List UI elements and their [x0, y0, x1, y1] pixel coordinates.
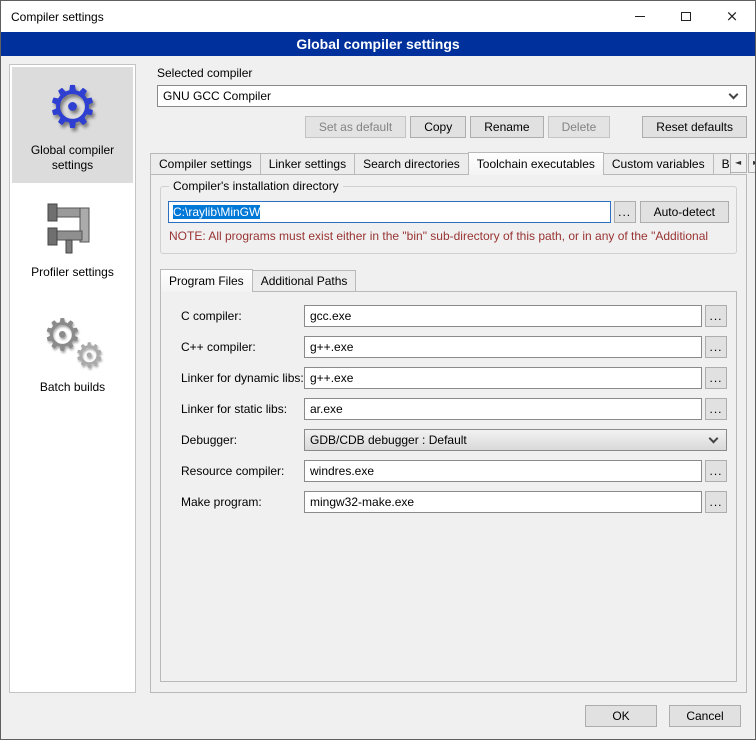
cancel-button[interactable]: Cancel — [669, 705, 741, 727]
c-compiler-label: C compiler: — [181, 309, 304, 323]
settings-sidebar: ⚙ Global compiler settings Profiler sett… — [9, 64, 136, 693]
tab-toolchain-executables[interactable]: Toolchain executables — [468, 152, 604, 175]
tab-scroll-right-button[interactable]: ► — [748, 153, 756, 173]
chevron-down-icon — [729, 90, 739, 100]
debugger-select-value: GDB/CDB debugger : Default — [310, 433, 704, 447]
dynamic-linker-row: Linker for dynamic libs: ... — [181, 367, 727, 389]
installation-directory-row: C:\raylib\MinGW ... Auto-detect — [168, 201, 729, 223]
sidebar-item-profiler-settings[interactable]: Profiler settings — [12, 189, 133, 290]
close-button[interactable]: × — [709, 1, 755, 32]
auto-detect-button[interactable]: Auto-detect — [640, 201, 729, 223]
tab-custom-variables[interactable]: Custom variables — [603, 153, 714, 174]
cpp-compiler-input[interactable] — [304, 336, 702, 358]
make-program-label: Make program: — [181, 495, 304, 509]
gears-gray-icon: ⚙ ⚙ — [41, 314, 105, 374]
installation-directory-group-title: Compiler's installation directory — [169, 179, 343, 193]
sidebar-item-batch-builds[interactable]: ⚙ ⚙ Batch builds — [12, 304, 133, 405]
reset-defaults-button[interactable]: Reset defaults — [642, 116, 747, 138]
gears-gray-icon-wrap: ⚙ ⚙ — [16, 312, 129, 376]
debugger-row: Debugger: GDB/CDB debugger : Default — [181, 429, 727, 451]
compiler-actions: Set as default Copy Rename Delete Reset … — [150, 116, 747, 138]
resource-compiler-input[interactable] — [304, 460, 702, 482]
tab-program-files[interactable]: Program Files — [160, 269, 253, 292]
chevron-down-icon — [709, 434, 719, 444]
tab-strip: Compiler settings Linker settings Search… — [150, 151, 747, 174]
c-compiler-browse-button[interactable]: ... — [705, 305, 727, 327]
compiler-select[interactable]: GNU GCC Compiler — [157, 85, 747, 107]
window-title: Compiler settings — [1, 10, 104, 24]
installation-directory-input[interactable]: C:\raylib\MinGW — [168, 201, 611, 223]
copy-button[interactable]: Copy — [410, 116, 466, 138]
toolchain-executables-panel: Compiler's installation directory C:\ray… — [150, 174, 747, 693]
sidebar-item-label: Global compiler settings — [16, 143, 129, 173]
compiler-select-value: GNU GCC Compiler — [163, 89, 724, 103]
installation-directory-group: Compiler's installation directory C:\ray… — [160, 186, 737, 254]
sidebar-item-label: Profiler settings — [16, 265, 129, 280]
c-compiler-input[interactable] — [304, 305, 702, 327]
minimize-icon — [635, 16, 645, 17]
set-as-default-button: Set as default — [305, 116, 406, 138]
make-program-row: Make program: ... — [181, 491, 727, 513]
cpp-compiler-row: C++ compiler: ... — [181, 336, 727, 358]
selected-compiler-label: Selected compiler — [157, 66, 747, 80]
make-program-input[interactable] — [304, 491, 702, 513]
tab-scroll-left-button[interactable]: ◄ — [730, 153, 747, 173]
profiler-icon — [46, 201, 100, 257]
installation-note: NOTE: All programs must exist either in … — [169, 229, 729, 243]
tab-compiler-settings[interactable]: Compiler settings — [150, 153, 261, 174]
static-linker-input[interactable] — [304, 398, 702, 420]
resource-compiler-label: Resource compiler: — [181, 464, 304, 478]
resource-compiler-row: Resource compiler: ... — [181, 460, 727, 482]
program-tabs-strip: Program Files Additional Paths — [160, 268, 737, 291]
cpp-compiler-label: C++ compiler: — [181, 340, 304, 354]
debugger-label: Debugger: — [181, 433, 304, 447]
gear-icon: ⚙ — [47, 78, 99, 136]
main-area: Selected compiler GNU GCC Compiler Set a… — [150, 64, 747, 693]
page-title: Global compiler settings — [1, 32, 755, 56]
tab-linker-settings[interactable]: Linker settings — [260, 153, 355, 174]
static-linker-browse-button[interactable]: ... — [705, 398, 727, 420]
dialog-content: ⚙ Global compiler settings Profiler sett… — [1, 56, 755, 699]
tab-search-directories[interactable]: Search directories — [354, 153, 469, 174]
compiler-settings-window: Compiler settings × Global compiler sett… — [0, 0, 756, 740]
tab-additional-paths[interactable]: Additional Paths — [252, 270, 357, 291]
gear-blue-icon-wrap: ⚙ — [16, 75, 129, 139]
minimize-button[interactable] — [617, 1, 663, 32]
titlebar[interactable]: Compiler settings × — [1, 1, 755, 32]
window-controls: × — [617, 1, 755, 32]
tab-scroll-controls: ◄ ► — [730, 153, 756, 174]
dynamic-linker-browse-button[interactable]: ... — [705, 367, 727, 389]
debugger-select[interactable]: GDB/CDB debugger : Default — [304, 429, 727, 451]
c-compiler-row: C compiler: ... — [181, 305, 727, 327]
dialog-footer: OK Cancel — [1, 699, 755, 739]
maximize-button[interactable] — [663, 1, 709, 32]
make-program-browse-button[interactable]: ... — [705, 491, 727, 513]
dynamic-linker-input[interactable] — [304, 367, 702, 389]
sidebar-item-label: Batch builds — [16, 380, 129, 395]
ok-button[interactable]: OK — [585, 705, 657, 727]
cpp-compiler-browse-button[interactable]: ... — [705, 336, 727, 358]
program-files-panel: C compiler: ... C++ compiler: ... Linker… — [160, 291, 737, 682]
delete-button: Delete — [548, 116, 611, 138]
sidebar-item-global-compiler-settings[interactable]: ⚙ Global compiler settings — [12, 67, 133, 183]
static-linker-row: Linker for static libs: ... — [181, 398, 727, 420]
dynamic-linker-label: Linker for dynamic libs: — [181, 371, 304, 385]
resource-compiler-browse-button[interactable]: ... — [705, 460, 727, 482]
installation-directory-browse-button[interactable]: ... — [614, 201, 636, 223]
installation-directory-value: C:\raylib\MinGW — [173, 205, 260, 219]
rename-button[interactable]: Rename — [470, 116, 543, 138]
tab-build-options[interactable]: Build — [713, 153, 731, 174]
close-icon: × — [726, 9, 739, 24]
maximize-icon — [681, 12, 691, 21]
gear-icon: ⚙ — [74, 336, 104, 376]
static-linker-label: Linker for static libs: — [181, 402, 304, 416]
profiler-icon-wrap — [16, 197, 129, 261]
